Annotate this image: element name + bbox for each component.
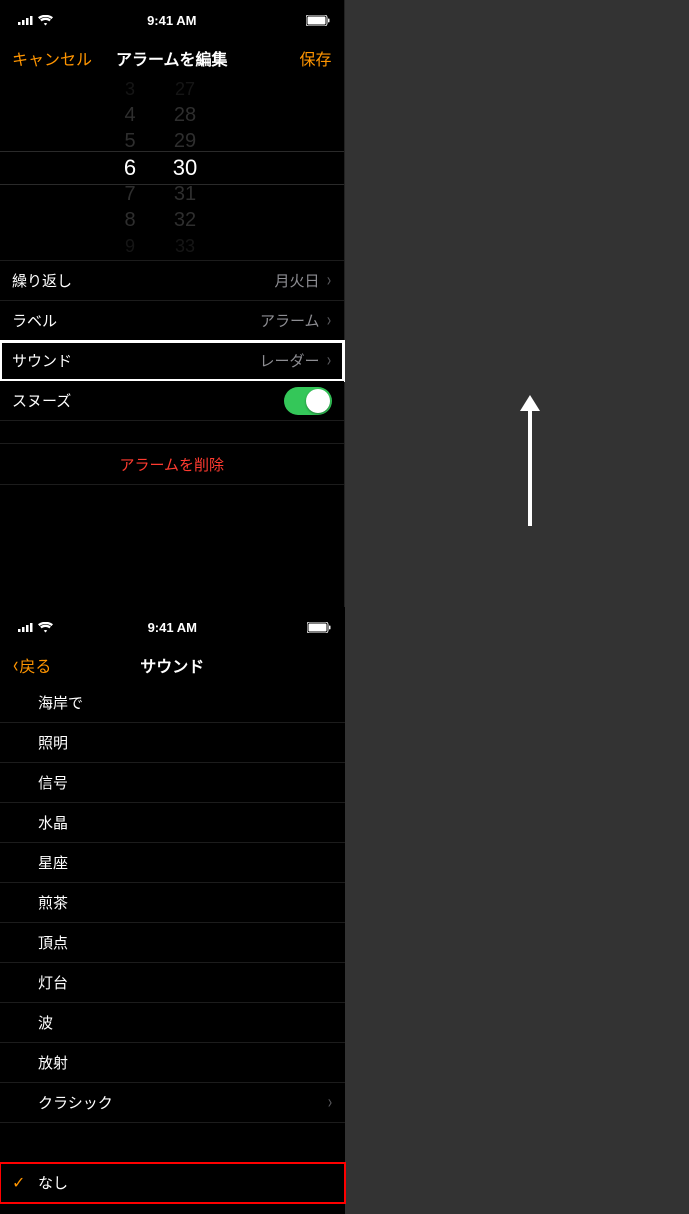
sound-option[interactable]: 煎茶 xyxy=(0,883,345,923)
signal-icon xyxy=(18,622,34,632)
row-sound-label: サウンド xyxy=(12,350,72,371)
check-icon: ✓ xyxy=(12,1173,25,1193)
chevron-right-icon: › xyxy=(327,1092,331,1113)
row-snooze: スヌーズ xyxy=(0,381,344,421)
row-label-value: アラーム › xyxy=(260,310,332,331)
sound-option[interactable]: 照明 xyxy=(0,723,345,763)
sound-option[interactable]: 星座 xyxy=(0,843,345,883)
row-sound[interactable]: サウンド レーダー › xyxy=(0,341,344,381)
status-bar: 9:41 AM xyxy=(0,0,344,40)
row-repeat-label: 繰り返し xyxy=(12,270,72,291)
battery-icon xyxy=(307,622,331,633)
nav-title: サウンド xyxy=(0,653,345,677)
status-bar: 9:41 AM xyxy=(0,607,345,647)
sound-option-classic[interactable]: クラシック › xyxy=(0,1083,345,1123)
sound-option[interactable]: 水晶 xyxy=(0,803,345,843)
status-left xyxy=(18,622,53,633)
phone-edit-alarm: 9:41 AM キャンセル アラームを編集 保存 3 4 5 6 7 8 9 2… xyxy=(0,0,345,607)
save-button[interactable]: 保存 xyxy=(299,46,331,70)
chevron-right-icon: › xyxy=(326,350,330,371)
signal-icon xyxy=(18,15,34,25)
status-left xyxy=(18,15,53,26)
sound-option[interactable]: 海岸で xyxy=(0,683,345,723)
sound-list: 海岸で 照明 信号 水晶 星座 煎茶 頂点 灯台 波 放射 クラシック › ✓ … xyxy=(0,683,345,1203)
chevron-right-icon: › xyxy=(326,310,330,331)
time-picker[interactable]: 3 4 5 6 7 8 9 27 28 29 30 31 32 33 xyxy=(0,76,344,260)
back-button[interactable]: ‹ 戻る xyxy=(12,653,51,677)
nav-bar: ‹ 戻る サウンド xyxy=(0,647,345,683)
sound-option[interactable]: 放射 xyxy=(0,1043,345,1083)
sound-option[interactable]: 頂点 xyxy=(0,923,345,963)
row-snooze-label: スヌーズ xyxy=(12,390,71,411)
battery-icon xyxy=(306,15,330,26)
status-right xyxy=(307,622,331,633)
wifi-icon xyxy=(38,15,53,26)
phone-sound-select: 9:41 AM ‹ 戻る サウンド 海岸で 照明 信号 水晶 星座 煎茶 頂点 … xyxy=(0,607,345,1214)
nav-bar: キャンセル アラームを編集 保存 xyxy=(0,40,344,76)
picker-hours[interactable]: 3 4 5 6 7 8 9 xyxy=(110,76,150,260)
settings-list: 繰り返し 月火日 › ラベル アラーム › サウンド レーダー › スヌーズ xyxy=(0,260,344,421)
row-repeat[interactable]: 繰り返し 月火日 › xyxy=(0,261,344,301)
wifi-icon xyxy=(38,622,53,633)
sound-option[interactable]: 波 xyxy=(0,1003,345,1043)
row-repeat-value: 月火日 › xyxy=(274,270,331,291)
sound-option[interactable]: 信号 xyxy=(0,763,345,803)
chevron-right-icon: › xyxy=(326,270,330,291)
picker-minutes[interactable]: 27 28 29 30 31 32 33 xyxy=(165,76,205,260)
sound-option-none[interactable]: ✓ なし xyxy=(0,1163,345,1203)
row-sound-value: レーダー › xyxy=(259,350,331,371)
arrow-up-icon xyxy=(520,395,540,526)
row-label-label: ラベル xyxy=(12,310,57,331)
chevron-left-icon: ‹ xyxy=(13,654,18,676)
status-right xyxy=(306,15,330,26)
delete-alarm-button[interactable]: アラームを削除 xyxy=(0,443,344,485)
row-label[interactable]: ラベル アラーム › xyxy=(0,301,344,341)
cancel-button[interactable]: キャンセル xyxy=(12,46,92,70)
snooze-toggle[interactable] xyxy=(284,387,332,415)
sound-option[interactable]: 灯台 xyxy=(0,963,345,1003)
